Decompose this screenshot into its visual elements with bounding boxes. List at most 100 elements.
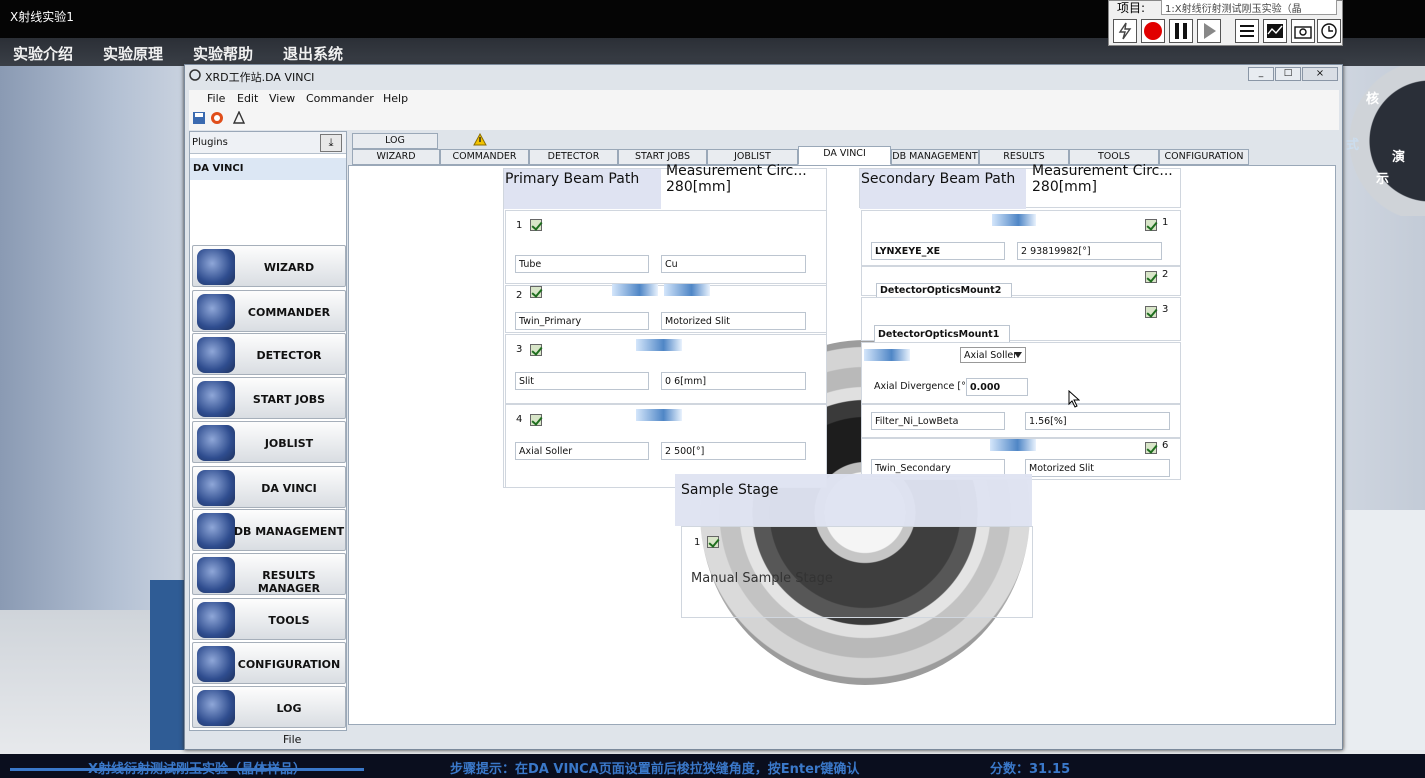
pause-button[interactable] [1169, 19, 1193, 43]
minimize-button[interactable]: _ [1248, 67, 1274, 81]
tube-field[interactable]: Tube [515, 255, 649, 273]
axial-soller-value[interactable]: 2 500[°] [661, 442, 806, 460]
nav-label: RESULTS MANAGER [257, 569, 321, 595]
sample-checkbox[interactable] [707, 536, 719, 548]
slit-field[interactable]: Slit [515, 372, 649, 390]
plugin-selected[interactable]: DA VINCI [190, 158, 346, 180]
nav-configuration[interactable]: CONFIGURATION [192, 642, 346, 684]
dial-char: 演 [1392, 150, 1406, 165]
db-management-icon [197, 513, 235, 549]
menu-view[interactable]: View [269, 92, 295, 105]
menu-intro[interactable]: 实验介绍 [13, 43, 73, 64]
menu-help[interactable]: Help [383, 92, 408, 105]
clock-icon[interactable] [1317, 19, 1341, 43]
record-button[interactable] [1141, 19, 1165, 43]
sec-row-2-checkbox[interactable] [1145, 271, 1157, 283]
tab-da-vinci[interactable]: DA VINCI [798, 146, 891, 165]
slit-value[interactable]: 0 6[mm] [661, 372, 806, 390]
camera-icon[interactable] [1291, 19, 1315, 43]
secondary-beam-title: Secondary Beam Path [860, 169, 1026, 209]
start-jobs-icon [197, 381, 235, 417]
maximize-button[interactable]: □ [1275, 67, 1301, 81]
chevron-down-icon [1014, 352, 1022, 358]
twin-primary-field[interactable]: Twin_Primary [515, 312, 649, 330]
secondary-row-4: Axial Soller Axial Divergence [°] 0.000 [861, 342, 1181, 404]
menu-file[interactable]: File [207, 92, 225, 105]
row-2-checkbox[interactable] [530, 286, 542, 298]
app-logo-icon [189, 69, 201, 81]
joblist-icon [197, 425, 235, 461]
mount2-field[interactable]: DetectorOpticsMount2 [876, 283, 1012, 298]
nav-label: DA VINCI [261, 482, 317, 495]
plugins-panel: Plugins ⤓ DA VINCI WIZARD COMMANDER DETE… [189, 131, 347, 731]
menu-commander[interactable]: Commander [306, 92, 374, 105]
nav-detector[interactable]: DETECTOR [192, 333, 346, 375]
row-number: 3 [516, 344, 523, 355]
nav-label: WIZARD [263, 261, 315, 274]
nav-results-manager[interactable]: RESULTS MANAGER [192, 553, 346, 595]
detector-angle-field[interactable]: 2 93819982[°] [1017, 242, 1162, 260]
nav-db-management[interactable]: DB MANAGEMENT [192, 509, 346, 551]
tab-db-management[interactable]: DB MANAGEMENT [891, 149, 979, 165]
close-button[interactable]: × [1302, 67, 1338, 81]
sec-row-3-checkbox[interactable] [1145, 306, 1157, 318]
tube-value[interactable]: Cu [661, 255, 806, 273]
nav-da-vinci[interactable]: DA VINCI [192, 466, 346, 508]
row-number: 1 [694, 537, 701, 548]
secondary-row-2: 2 DetectorOpticsMount2 [861, 266, 1181, 298]
nav-wizard[interactable]: WIZARD [192, 245, 346, 287]
filter-value[interactable]: 1.56[%] [1025, 412, 1170, 430]
play-button[interactable] [1197, 19, 1221, 43]
chart-icon[interactable] [1263, 19, 1287, 43]
primary-row-3: 3 Slit 0 6[mm] [505, 334, 827, 404]
nav-label: CONFIGURATION [237, 658, 341, 671]
lightning-icon[interactable] [1113, 19, 1137, 43]
nav-tools[interactable]: TOOLS [192, 598, 346, 640]
network-icon[interactable] [232, 111, 246, 125]
twin-secondary-value[interactable]: Motorized Slit [1025, 459, 1170, 477]
tab-detector[interactable]: DETECTOR [529, 149, 618, 165]
menu-edit[interactable]: Edit [237, 92, 258, 105]
nav-commander[interactable]: COMMANDER [192, 290, 346, 332]
secondary-row-1: 1 LYNXEYE_XE 2 93819982[°] [861, 210, 1181, 266]
tab-commander[interactable]: COMMANDER [440, 149, 529, 165]
scene-dial: 核 演 示 式 [1340, 66, 1425, 216]
mount1-field[interactable]: DetectorOpticsMount1 [874, 325, 1010, 342]
row-3-checkbox[interactable] [530, 344, 542, 356]
stop-icon[interactable] [210, 111, 224, 125]
project-select[interactable]: 1:X射线衍射测试刚玉实验（晶 [1161, 0, 1337, 15]
secondary-row-5: Filter_Ni_LowBeta 1.56[%] [861, 404, 1181, 438]
sec-row-1-checkbox[interactable] [1145, 219, 1157, 231]
commander-icon [197, 294, 235, 330]
results-manager-icon [197, 557, 235, 593]
sec-row-6-checkbox[interactable] [1145, 442, 1157, 454]
detector-field[interactable]: LYNXEYE_XE [871, 242, 1005, 260]
divergence-field[interactable]: 0.000 [966, 378, 1028, 396]
nav-joblist[interactable]: JOBLIST [192, 421, 346, 463]
nav-log[interactable]: LOG [192, 686, 346, 728]
list-icon[interactable] [1235, 19, 1259, 43]
nav-start-jobs[interactable]: START JOBS [192, 377, 346, 419]
twin-primary-value[interactable]: Motorized Slit [661, 312, 806, 330]
axial-soller-field[interactable]: Axial Soller [515, 442, 649, 460]
status-file: File [283, 733, 302, 746]
bottom-status-bar: X射线衍射测试刚玉实验（晶体样品） 步骤提示：在DA VINCA页面设置前后梭拉… [0, 754, 1425, 778]
nav-label: DB MANAGEMENT [233, 525, 345, 538]
save-icon[interactable] [192, 111, 206, 125]
row-number: 4 [516, 414, 523, 425]
menu-principle[interactable]: 实验原理 [103, 43, 163, 64]
recorder-toolbar: 项目: 1:X射线衍射测试刚玉实验（晶 [1108, 0, 1343, 46]
project-label: 项目: [1117, 1, 1146, 15]
tab-log[interactable]: LOG [352, 133, 438, 149]
menu-exit[interactable]: 退出系统 [283, 43, 343, 64]
nav-label: START JOBS [252, 393, 326, 406]
scene-right-table [1345, 510, 1425, 750]
filter-field[interactable]: Filter_Ni_LowBeta [871, 412, 1005, 430]
row-4-checkbox[interactable] [530, 414, 542, 426]
nav-label: COMMANDER [247, 306, 331, 319]
log-icon [197, 690, 235, 726]
menu-help[interactable]: 实验帮助 [193, 43, 253, 64]
tab-wizard[interactable]: WIZARD [352, 149, 440, 165]
pin-button[interactable]: ⤓ [320, 134, 342, 152]
row-1-checkbox[interactable] [530, 219, 542, 231]
